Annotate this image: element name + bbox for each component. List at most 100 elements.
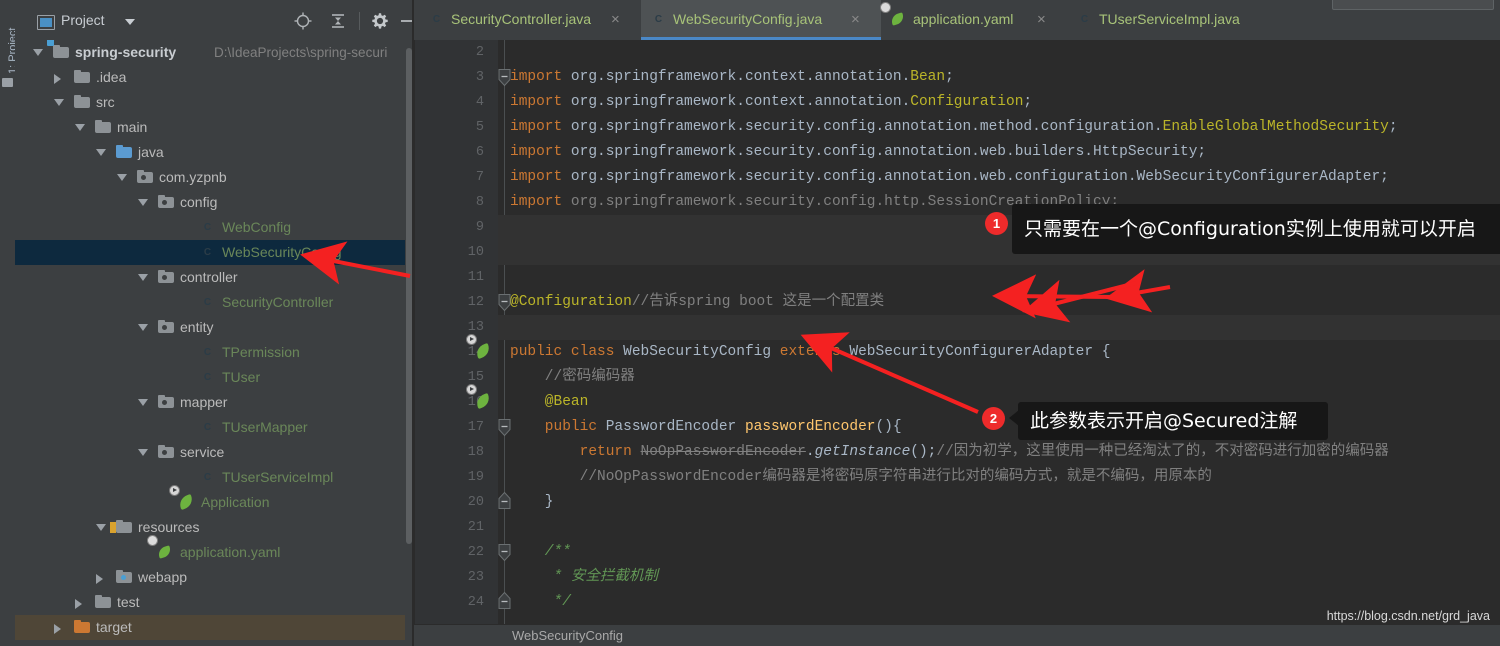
tree-arrow-expanded-icon[interactable] <box>138 324 148 331</box>
tree-arrow-expanded-icon[interactable] <box>138 274 148 281</box>
project-tree[interactable]: spring-security D:\IdeaProjects\spring-se… <box>15 40 413 646</box>
top-right-widget[interactable] <box>1332 0 1494 10</box>
code-line-22[interactable]: /** <box>510 540 571 565</box>
locate-icon[interactable] <box>294 12 312 30</box>
editor-tab-securitycontroller-java[interactable]: SecurityController.java × <box>419 0 641 40</box>
editor-tab-tuserserviceimpl-java[interactable]: TUserServiceImpl.java <box>1067 0 1267 40</box>
code-line-15[interactable]: //密码编码器 <box>510 365 635 390</box>
annotation-text-2: 此参数表示开启@Secured注解 <box>1030 410 1298 432</box>
package-icon <box>158 445 174 460</box>
line-number: 11 <box>467 270 484 285</box>
code-line-6[interactable]: import org.springframework.security.conf… <box>510 140 1206 165</box>
fold-marker-icon[interactable] <box>498 290 511 315</box>
tree-item-label: TPermission <box>222 344 300 360</box>
tree-item-application-yaml[interactable]: application.yaml <box>15 535 413 565</box>
tree-arrow-expanded-icon[interactable] <box>138 199 148 206</box>
tree-item-com-yzpnb[interactable]: com.yzpnb <box>15 165 413 190</box>
tree-item-controller[interactable]: controller <box>15 265 413 290</box>
fold-marker-icon[interactable] <box>498 540 511 565</box>
tree-item-entity[interactable]: entity <box>15 315 413 340</box>
tree-arrow-expanded-icon[interactable] <box>138 449 148 456</box>
gear-icon[interactable] <box>371 12 389 30</box>
fold-marker-icon[interactable] <box>498 590 511 615</box>
tree-item-spring-security[interactable]: spring-security D:\IdeaProjects\spring-se… <box>15 40 413 65</box>
tree-item-webconfig[interactable]: WebConfig <box>15 215 413 240</box>
tree-item-label: TUserServiceImpl <box>222 469 334 485</box>
code-line-20[interactable]: } <box>510 490 554 515</box>
tree-item-target[interactable]: target <box>15 615 413 640</box>
code-line-2[interactable] <box>510 40 519 65</box>
line-number: 21 <box>467 520 484 535</box>
line-number: 18 <box>467 445 484 460</box>
spring-bean-override-icon[interactable] <box>466 384 493 410</box>
fold-marker-icon[interactable] <box>498 490 511 515</box>
tree-item-label: controller <box>180 269 238 285</box>
class-icon <box>200 220 216 235</box>
class-icon <box>200 245 216 260</box>
tree-arrow-collapsed-icon[interactable] <box>54 74 61 84</box>
collapse-all-icon[interactable] <box>329 12 347 30</box>
tree-item-webapp[interactable]: webapp <box>15 565 413 590</box>
tree-item-resources[interactable]: resources <box>15 515 413 540</box>
editor-tab-application-yaml[interactable]: application.yaml × <box>880 0 1067 40</box>
tree-item-test[interactable]: test <box>15 590 413 615</box>
code-line-24[interactable]: */ <box>510 590 571 615</box>
tree-arrow-expanded-icon[interactable] <box>138 399 148 406</box>
editor-gutter[interactable]: 2 3 4 5 6 7 8 9 10 11 12 13 14 15 16 17 18 19 20 21 22 23 24 <box>414 40 498 625</box>
annotation-tail-2 <box>1009 410 1019 426</box>
tree-arrow-collapsed-icon[interactable] <box>96 574 103 584</box>
tree-item-tuserserviceimpl[interactable]: TUserServiceImpl <box>15 465 413 490</box>
tree-item-application[interactable]: Application <box>15 485 413 515</box>
tree-arrow-collapsed-icon[interactable] <box>75 599 82 609</box>
package-icon <box>158 195 174 210</box>
tree-item--idea[interactable]: .idea <box>15 65 413 90</box>
code-line-23[interactable]: * 安全拦截机制 <box>510 565 658 590</box>
tree-item-label: test <box>117 594 140 610</box>
code-line-18[interactable]: return NoOpPasswordEncoder.getInstance()… <box>510 440 1389 465</box>
tree-item-tusermapper[interactable]: TUserMapper <box>15 415 413 440</box>
code-line-19[interactable]: //NoOpPasswordEncoder编码器是将密码原字符串进行比对的编码方… <box>510 465 1212 490</box>
class-icon <box>200 345 216 360</box>
tree-arrow-expanded-icon[interactable] <box>96 524 106 531</box>
tree-item-tpermission[interactable]: TPermission <box>15 340 413 365</box>
code-line-17[interactable]: public PasswordEncoder passwordEncoder()… <box>510 415 902 440</box>
close-icon[interactable]: × <box>1037 10 1046 29</box>
yaml-icon <box>147 535 174 560</box>
tree-item-tuser[interactable]: TUser <box>15 365 413 390</box>
tree-item-label: main <box>117 119 148 135</box>
code-line-7[interactable]: import org.springframework.security.conf… <box>510 165 1389 190</box>
code-line-12[interactable]: @Configuration//告诉spring boot 这是一个配置类 <box>510 290 884 315</box>
line-number: 7 <box>475 170 484 185</box>
code-line-14[interactable]: public class WebSecurityConfig extends W… <box>510 340 1110 365</box>
chevron-down-icon[interactable] <box>125 19 135 25</box>
tree-arrow-expanded-icon[interactable] <box>117 174 127 181</box>
tree-item-config[interactable]: config <box>15 190 413 215</box>
code-line-5[interactable]: import org.springframework.security.conf… <box>510 115 1398 140</box>
code-line-11[interactable] <box>510 265 519 290</box>
tree-item-websecurityconfig[interactable]: WebSecurityConfig <box>15 240 413 265</box>
tree-item-service[interactable]: service <box>15 440 413 465</box>
tree-arrow-expanded-icon[interactable] <box>54 99 64 106</box>
spring-bean-icon[interactable] <box>466 334 493 360</box>
close-icon[interactable]: × <box>851 10 860 29</box>
code-line-4[interactable]: import org.springframework.context.annot… <box>510 90 1032 115</box>
code-line-21[interactable] <box>510 515 519 540</box>
code-line-3[interactable]: import org.springframework.context.annot… <box>510 65 954 90</box>
editor-tab-websecurityconfig-java[interactable]: WebSecurityConfig.java × <box>641 0 881 40</box>
tree-arrow-expanded-icon[interactable] <box>75 124 85 131</box>
tree-arrow-expanded-icon[interactable] <box>33 49 43 56</box>
tree-item-main[interactable]: main <box>15 115 413 140</box>
tree-item-java[interactable]: java <box>15 140 413 165</box>
code-line-16[interactable]: @Bean <box>510 390 589 415</box>
package-icon <box>158 395 174 410</box>
tree-arrow-collapsed-icon[interactable] <box>54 624 61 634</box>
fold-marker-icon[interactable] <box>498 415 511 440</box>
tree-item-securitycontroller[interactable]: SecurityController <box>15 290 413 315</box>
breadcrumb[interactable]: WebSecurityConfig <box>512 628 623 643</box>
tree-item-src[interactable]: src <box>15 90 413 115</box>
tree-item-mapper[interactable]: mapper <box>15 390 413 415</box>
annotation-box-1: 只需要在一个@Configuration实例上使用就可以开启 <box>1012 204 1500 254</box>
fold-marker-icon[interactable] <box>498 65 511 90</box>
tree-arrow-expanded-icon[interactable] <box>96 149 106 156</box>
close-icon[interactable]: × <box>611 10 620 29</box>
